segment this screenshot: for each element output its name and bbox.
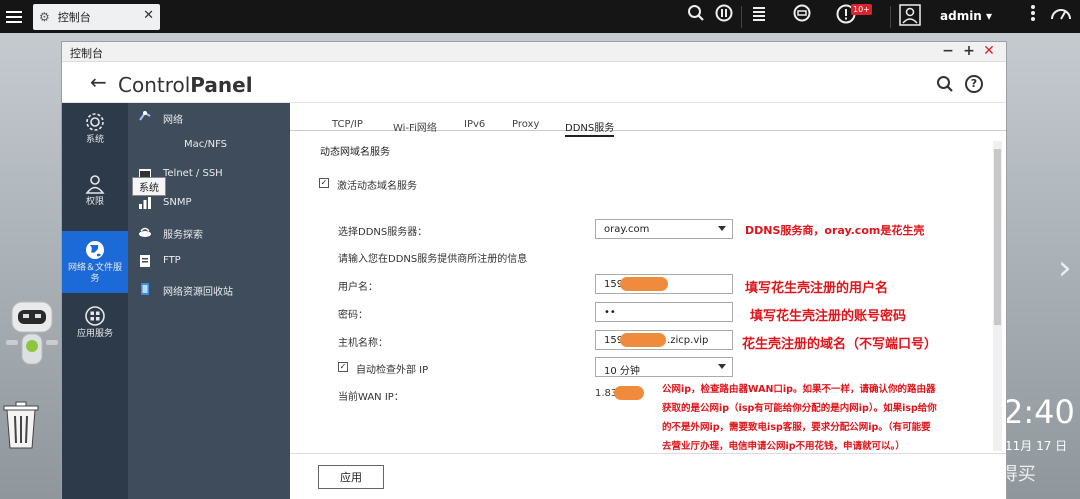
tab-tcp-ip[interactable]: TCP/IP: [332, 119, 363, 130]
wan-ip-label: 当前WAN IP：: [338, 392, 404, 403]
ddns-server-select[interactable]: oray.com: [595, 219, 733, 239]
password-field[interactable]: ••: [595, 302, 733, 322]
tab-ipv6[interactable]: IPv6: [464, 119, 485, 130]
control-panel-window: 控制台 − + ✕ ← ControlPanel ? 系统 权限 网络＆文件服务…: [61, 41, 1007, 499]
close-window-icon[interactable]: ✕: [981, 43, 997, 59]
annotation-password: 填写花生壳注册的账号密码: [750, 309, 907, 324]
annotation-wan-line-3: 的不是外网ip，需要致电isp客服，要求分配公网ip。（有可能要: [662, 422, 931, 433]
close-icon[interactable]: ✕: [143, 8, 154, 23]
annotation-hostname: 花生壳注册的域名（不写端口号）: [742, 337, 938, 352]
chevron-down-icon: [718, 364, 726, 369]
category-applications[interactable]: 应用服务: [62, 297, 128, 359]
apply-button[interactable]: 应用: [318, 465, 384, 489]
footer-bar: 应用: [290, 453, 1006, 499]
gear-icon: [86, 113, 104, 131]
sidebar-item-ftp[interactable]: FTP: [128, 247, 290, 275]
auto-check-ip-label: 自动检查外部 IP: [356, 365, 429, 376]
scrollbar-thumb[interactable]: [994, 149, 1001, 325]
category-system[interactable]: 系统: [62, 103, 128, 165]
enable-ddns-checkbox[interactable]: ✓: [319, 178, 329, 188]
chevron-right-icon[interactable]: ›: [1058, 248, 1072, 288]
page-title: ControlPanel: [118, 73, 253, 97]
minimize-icon[interactable]: −: [940, 43, 956, 59]
maximize-icon[interactable]: +: [961, 43, 977, 59]
tab-bar: TCP/IP Wi-Fi网络 IPv6 Proxy DDNS服务: [290, 103, 1006, 137]
subcategory-sidebar: 网络 Mac/NFS Telnet / SSH SNMP 服务探索 FTP 网络…: [128, 103, 290, 499]
recycle-bin-icon: [141, 283, 149, 295]
username-label: 用户名：: [338, 282, 378, 293]
scrollbar[interactable]: [993, 141, 1002, 451]
gear-icon: ⚙: [39, 10, 50, 24]
help-icon[interactable]: ?: [965, 75, 983, 93]
more-icon[interactable]: [1020, 4, 1046, 29]
category-privilege[interactable]: 权限: [62, 165, 128, 227]
ddns-settings-panel: TCP/IP Wi-Fi网络 IPv6 Proxy DDNS服务 动态网域名服务…: [290, 103, 1006, 499]
taskbar-tab-label: 控制台: [57, 11, 91, 24]
section-title: 动态网域名服务: [320, 147, 390, 158]
search-icon[interactable]: [936, 75, 954, 96]
category-sidebar: 系统 权限 网络＆文件服务 应用服务: [62, 103, 128, 499]
redaction-mark: [614, 386, 644, 400]
server-label: 选择DDNS服务器：: [338, 227, 428, 238]
taskbar: ⚙ 控制台 ✕ 10+ admin ▾: [0, 0, 1080, 33]
desktop-date: 11月 17 日: [1005, 439, 1068, 453]
dashboard-icon[interactable]: [1048, 4, 1074, 29]
sidebar-item-service-discovery[interactable]: 服务探索: [128, 218, 290, 246]
tab-wifi[interactable]: Wi-Fi网络: [393, 119, 437, 134]
user-icon: [85, 175, 105, 194]
globe-icon: [86, 241, 104, 259]
annotation-server: DDNS服务商，oray.com是花生壳: [745, 224, 925, 237]
tooltip: 系统: [132, 177, 166, 196]
main-menu-icon[interactable]: [0, 0, 28, 33]
redaction-mark: [620, 277, 668, 291]
chevron-down-icon: [718, 226, 726, 231]
auto-check-ip-checkbox[interactable]: ✓: [338, 362, 348, 372]
sidebar-item-mac-nfs[interactable]: Mac/NFS: [128, 131, 290, 159]
category-network-file-services[interactable]: 网络＆文件服务: [62, 231, 128, 293]
assistant-robot-icon[interactable]: [4, 300, 59, 380]
search-icon[interactable]: [683, 4, 709, 29]
password-label: 密码：: [338, 310, 368, 321]
task-stack-icon[interactable]: [746, 4, 772, 29]
ftp-icon: [140, 255, 150, 267]
pause-icon[interactable]: [711, 4, 737, 29]
sidebar-item-network-recycle-bin[interactable]: 网络资源回收站: [128, 275, 290, 303]
trash-icon[interactable]: [2, 400, 40, 450]
annotation-username: 填写花生壳注册的用户名: [745, 281, 889, 296]
tab-proxy[interactable]: Proxy: [512, 119, 539, 130]
sidebar-item-network[interactable]: 网络: [128, 103, 290, 131]
interval-select[interactable]: 10 分钟: [595, 357, 733, 377]
control-panel-header: ← ControlPanel ?: [62, 63, 1006, 103]
annotation-wan-line-1: 公网ip，检查路由器WAN口ip。如果不一样，请确认你的路由器: [662, 384, 936, 395]
user-menu[interactable]: admin ▾: [940, 9, 992, 23]
window-titlebar[interactable]: 控制台 − + ✕: [62, 42, 1006, 62]
bar-chart-icon: [139, 197, 151, 209]
discovery-icon: [139, 227, 151, 237]
redaction-mark: [620, 333, 666, 347]
external-device-icon[interactable]: [789, 4, 815, 29]
network-icon: [139, 111, 151, 121]
enable-ddns-label: 激活动态域名服务: [337, 181, 417, 192]
info-text: 请输入您在DDNS服务提供商所注册的信息: [338, 254, 528, 265]
tab-ddns[interactable]: DDNS服务: [565, 119, 615, 137]
window-title: 控制台: [70, 47, 103, 60]
notification-badge: 10+: [851, 4, 872, 15]
annotation-wan-line-2: 获取的是公网ip（isp有可能给你分配的是内网ip）。如果isp给你: [662, 403, 937, 414]
avatar-icon[interactable]: [897, 4, 923, 33]
back-arrow-icon[interactable]: ←: [90, 70, 107, 94]
taskbar-tab-control-panel[interactable]: ⚙ 控制台 ✕: [33, 4, 160, 30]
desktop-clock: 2:40: [1003, 393, 1075, 431]
hostname-label: 主机名称：: [338, 338, 388, 349]
grid-icon: [85, 306, 105, 326]
